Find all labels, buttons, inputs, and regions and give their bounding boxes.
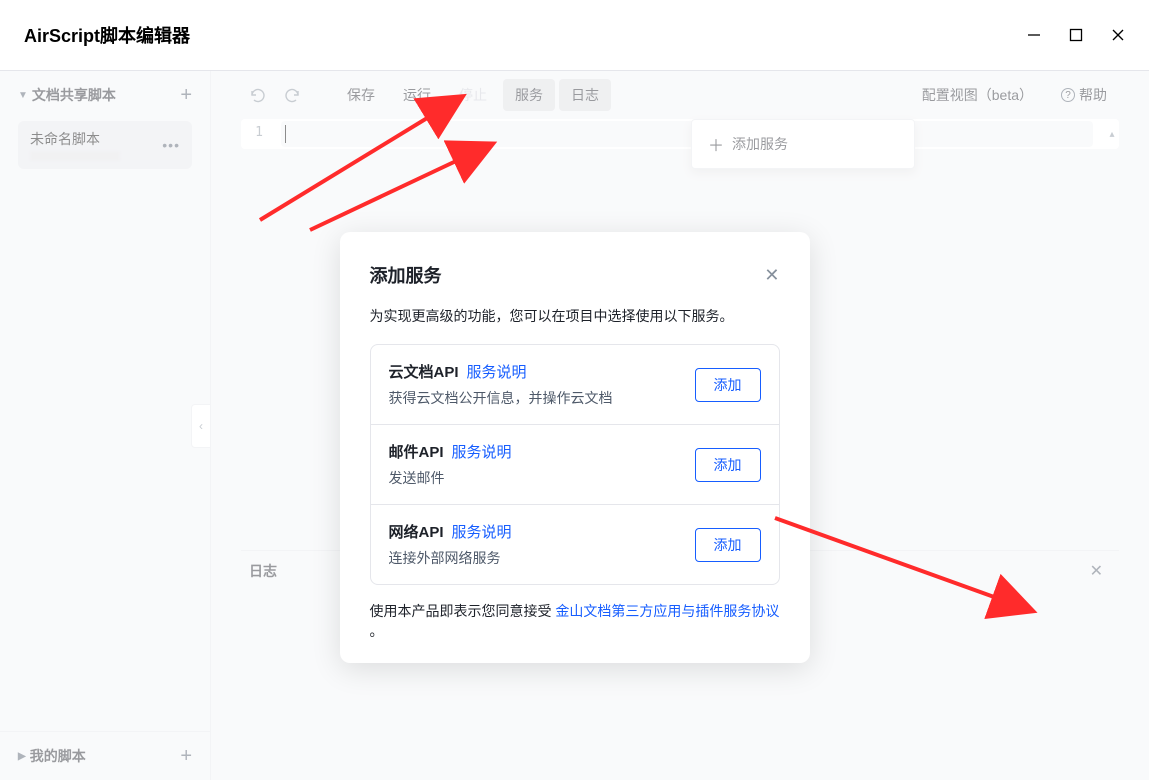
- service-list: 云文档API 服务说明 获得云文档公开信息，并操作云文档 添加 邮件API 服务…: [370, 344, 780, 585]
- service-item-cloud-doc: 云文档API 服务说明 获得云文档公开信息，并操作云文档 添加: [371, 345, 779, 424]
- add-service-modal: 添加服务 ✕ 为实现更高级的功能，您可以在项目中选择使用以下服务。 云文档API…: [340, 232, 810, 663]
- service-name: 邮件API: [389, 441, 444, 462]
- service-doc-link[interactable]: 服务说明: [467, 361, 527, 382]
- modal-close-icon[interactable]: ✕: [764, 265, 779, 286]
- close-icon[interactable]: [1111, 28, 1125, 42]
- window-controls: [1027, 28, 1125, 42]
- service-add-button-mail[interactable]: 添加: [695, 448, 761, 482]
- maximize-icon[interactable]: [1069, 28, 1083, 42]
- modal-footer-suffix: 。: [370, 623, 384, 639]
- minimize-icon[interactable]: [1027, 28, 1041, 42]
- service-add-button-cloud-doc[interactable]: 添加: [695, 368, 761, 402]
- service-doc-link[interactable]: 服务说明: [452, 521, 512, 542]
- service-desc: 连接外部网络服务: [389, 548, 512, 568]
- modal-footer: 使用本产品即表示您同意接受 金山文档第三方应用与插件服务协议 。: [370, 601, 780, 641]
- service-item-mail: 邮件API 服务说明 发送邮件 添加: [371, 424, 779, 504]
- service-name: 云文档API: [389, 361, 459, 382]
- modal-title: 添加服务: [370, 262, 442, 288]
- service-item-network: 网络API 服务说明 连接外部网络服务 添加: [371, 504, 779, 584]
- modal-footer-prefix: 使用本产品即表示您同意接受: [370, 603, 556, 619]
- modal-footer-link[interactable]: 金山文档第三方应用与插件服务协议: [555, 603, 779, 619]
- app-title: AirScript脚本编辑器: [24, 22, 190, 48]
- service-add-button-network[interactable]: 添加: [695, 528, 761, 562]
- service-desc: 发送邮件: [389, 468, 512, 488]
- service-doc-link[interactable]: 服务说明: [452, 441, 512, 462]
- service-desc: 获得云文档公开信息，并操作云文档: [389, 388, 613, 408]
- modal-desc: 为实现更高级的功能，您可以在项目中选择使用以下服务。: [370, 306, 780, 326]
- service-name: 网络API: [389, 521, 444, 542]
- titlebar: AirScript脚本编辑器: [0, 0, 1149, 70]
